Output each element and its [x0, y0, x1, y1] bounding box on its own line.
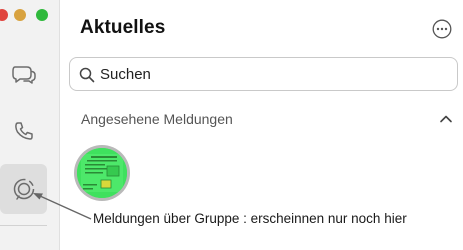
sidebar-item-calls[interactable]: [0, 106, 47, 156]
collapse-section-button[interactable]: [438, 112, 454, 126]
search-icon: [79, 67, 95, 83]
search-box[interactable]: [69, 57, 458, 91]
page-title: Aktuelles: [80, 17, 166, 38]
window-maximize-button[interactable]: [36, 9, 48, 21]
more-options-button[interactable]: [432, 19, 452, 39]
search-input[interactable]: [100, 64, 440, 84]
chat-bubbles-icon: [11, 66, 36, 84]
window-close-button[interactable]: [0, 9, 8, 21]
caption-text: Meldungen über Gruppe : erscheinnen nur …: [93, 211, 407, 226]
status-thumbnail[interactable]: [74, 145, 130, 201]
status-icon: [13, 178, 34, 200]
sidebar-item-updates[interactable]: [0, 164, 47, 214]
window-minimize-button[interactable]: [14, 9, 26, 21]
chevron-up-icon: [440, 115, 452, 123]
section-title: Angesehene Meldungen: [81, 111, 233, 127]
phone-icon: [14, 122, 33, 140]
ellipsis-circle-icon: [432, 19, 452, 39]
sidebar-divider: [0, 225, 47, 226]
status-image-art: [77, 148, 127, 198]
sidebar: [0, 0, 60, 250]
app-window: Aktuelles Angesehene Meldungen: [0, 0, 463, 250]
sidebar-item-chats[interactable]: [0, 50, 47, 100]
status-image: [77, 148, 127, 198]
